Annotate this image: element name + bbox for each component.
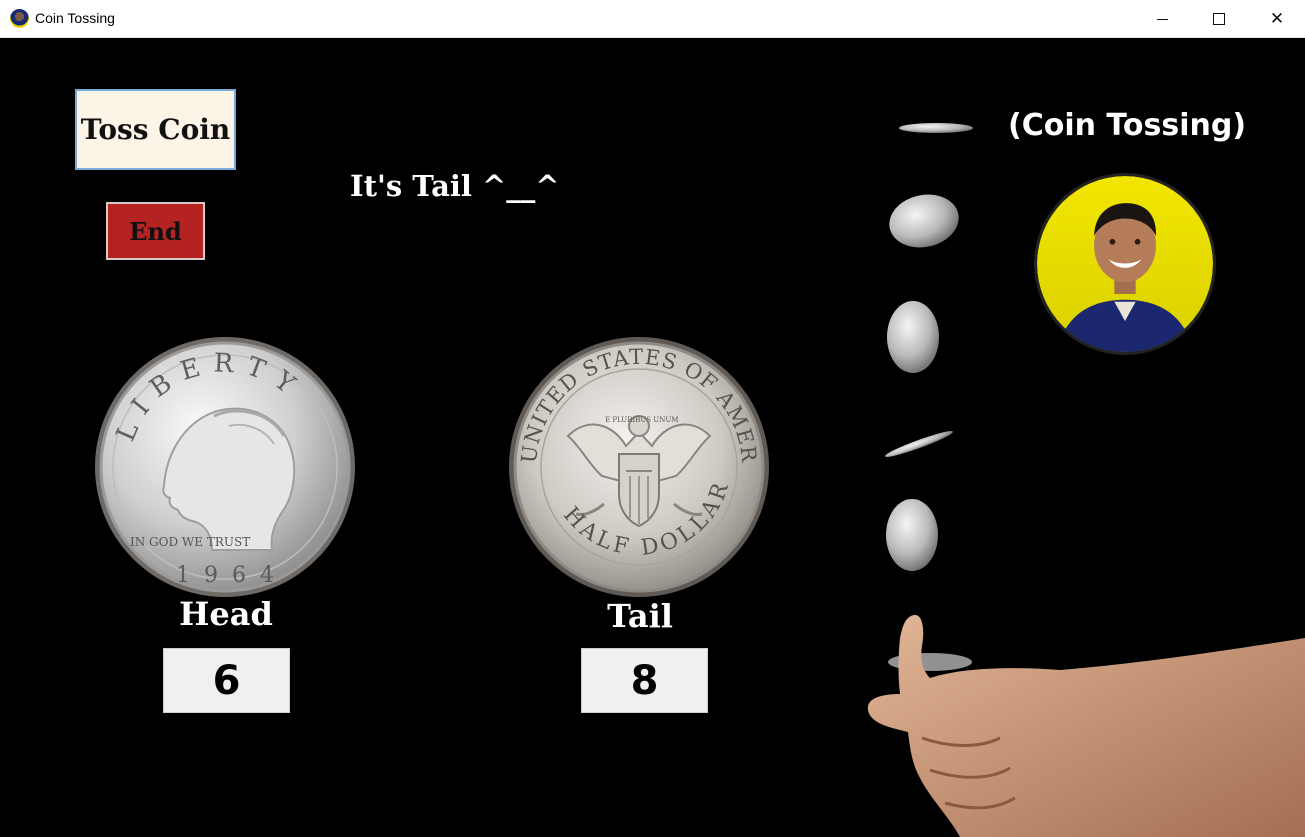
tail-label: Tail <box>607 597 673 635</box>
flying-coin <box>885 431 953 457</box>
tail-coin-motto: E PLURIBUS UNUM <box>605 416 678 424</box>
client-area: Toss Coin End It's Tail ^__^ LIBERTY IN … <box>0 38 1305 837</box>
flying-coin <box>899 123 973 133</box>
app-icon <box>10 9 29 28</box>
result-message: It's Tail ^__^ <box>350 169 560 203</box>
head-count-display: 6 <box>163 648 290 713</box>
hand <box>867 614 1305 837</box>
tail-coin-image: E PLURIBUS UNUM UNITED STATES OF AMERICA… <box>508 336 769 597</box>
app-window: Coin Tossing ✕ Toss Coin End It's Tail ^… <box>0 0 1305 837</box>
close-icon: ✕ <box>1269 8 1285 29</box>
minimize-icon <box>1156 18 1168 20</box>
head-coin-motto: IN GOD WE TRUST <box>130 535 250 549</box>
toss-coin-button[interactable]: Toss Coin <box>75 89 236 170</box>
title-bar: Coin Tossing ✕ <box>0 0 1305 38</box>
head-coin-year: 1964 <box>176 563 288 588</box>
close-button[interactable]: ✕ <box>1248 0 1305 38</box>
minimize-button[interactable] <box>1133 0 1191 38</box>
head-coin-image: LIBERTY IN GOD WE TRUST 1964 <box>95 337 355 597</box>
maximize-icon <box>1213 13 1225 25</box>
flying-coin <box>889 194 959 248</box>
tail-count-display: 8 <box>581 648 708 713</box>
flying-coin <box>887 301 939 373</box>
end-button[interactable]: End <box>106 202 205 260</box>
flying-coin <box>886 499 938 571</box>
maximize-button[interactable] <box>1190 0 1248 38</box>
coin-toss-illustration <box>867 123 1305 837</box>
window-title: Coin Tossing <box>35 10 115 26</box>
head-label: Head <box>179 595 273 633</box>
